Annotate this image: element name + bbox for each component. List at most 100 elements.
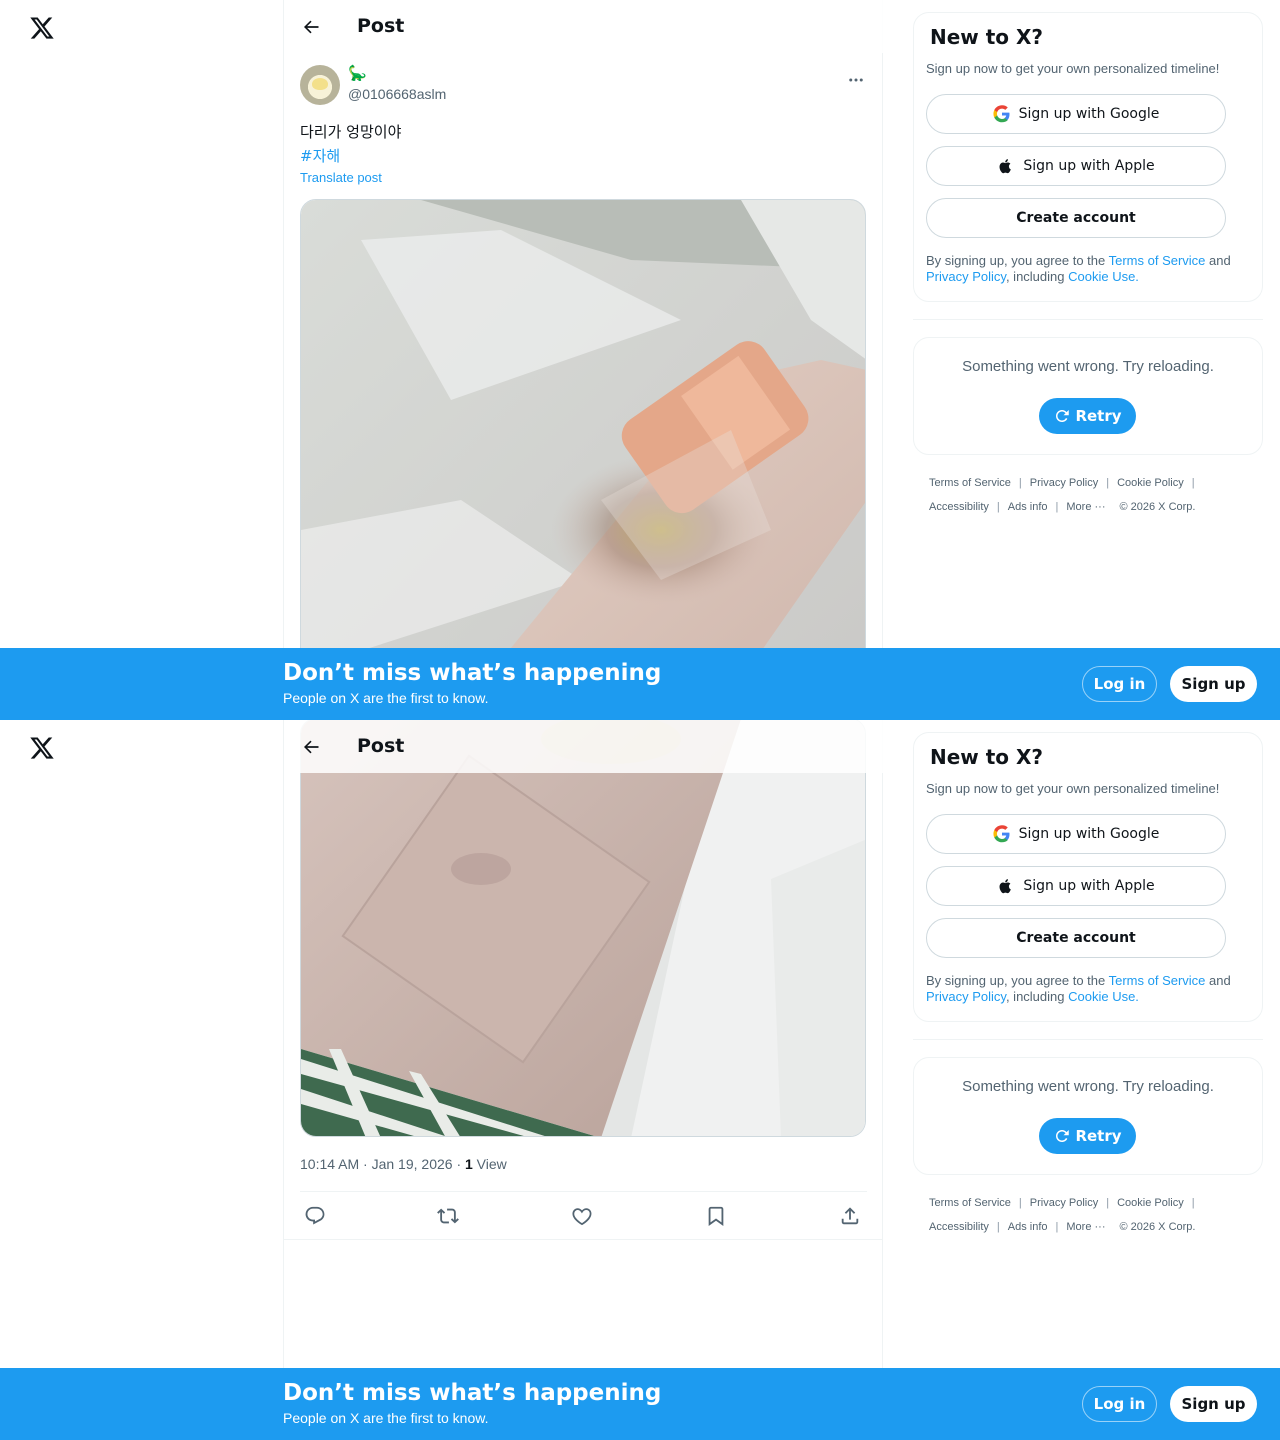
like-icon[interactable] — [570, 1204, 594, 1228]
retry-label: Retry — [1075, 407, 1122, 425]
footer-privacy-link[interactable]: Privacy Policy — [1030, 1197, 1098, 1209]
banner-subtitle: People on X are the first to know. — [283, 1410, 489, 1426]
view-label: View — [472, 1156, 507, 1172]
legal-including: , including — [1005, 989, 1069, 1004]
google-icon — [993, 825, 1011, 843]
post-actions — [300, 1200, 868, 1232]
primary-column: Post 🦕 @0106668aslm 다리가 엉망이야 #자해 Transla… — [283, 0, 883, 720]
error-message: Something went wrong. Try reloading. — [962, 358, 1214, 375]
footer-ads-link[interactable]: Ads info — [1008, 501, 1048, 513]
terms-link[interactable]: Terms of Service — [1109, 253, 1206, 268]
retry-button[interactable]: Retry — [1039, 1118, 1136, 1154]
banner-title: Don’t miss what’s happening — [283, 660, 662, 686]
share-icon[interactable] — [838, 1204, 862, 1228]
signup-title: New to X? — [930, 745, 1044, 769]
post-body: 다리가 엉망이야 — [300, 123, 402, 141]
footer-links: Terms of Service | Privacy Policy | Cookie P… — [929, 477, 1196, 513]
refresh-icon — [1053, 407, 1071, 425]
retry-label: Retry — [1075, 1127, 1122, 1145]
cookie-link[interactable]: Cookie Use. — [1068, 269, 1139, 284]
error-card: Something went wrong. Try reloading. Ret… — [913, 337, 1263, 455]
signup-apple-label: Sign up with Apple — [1023, 158, 1155, 174]
create-account-button[interactable]: Create account — [926, 198, 1226, 238]
footer-cookie-link[interactable]: Cookie Policy — [1117, 1197, 1184, 1209]
signup-google-button[interactable]: Sign up with Google — [926, 94, 1226, 134]
signup-google-label: Sign up with Google — [1018, 826, 1160, 842]
view-count: 1 — [465, 1156, 473, 1172]
footer-more-link[interactable]: More ··· — [1066, 1221, 1105, 1233]
banner-title: Don’t miss what’s happening — [283, 1380, 662, 1406]
x-logo-icon[interactable] — [29, 735, 55, 761]
signup-apple-label: Sign up with Apple — [1023, 878, 1155, 894]
login-button[interactable]: Log in — [1082, 666, 1157, 702]
translate-post-link[interactable]: Translate post — [300, 170, 382, 185]
display-name[interactable]: 🦕 — [348, 64, 367, 82]
refresh-icon — [1053, 1127, 1071, 1145]
terms-link[interactable]: Terms of Service — [1109, 973, 1206, 988]
footer-ads-link[interactable]: Ads info — [1008, 1221, 1048, 1233]
footer-more-link[interactable]: More ··· — [1066, 501, 1105, 513]
right-sidebar: New to X? Sign up now to get your own pe… — [913, 732, 1263, 1239]
post-image[interactable] — [300, 720, 866, 1137]
retry-button[interactable]: Retry — [1039, 398, 1136, 434]
viewport-top: Post 🦕 @0106668aslm 다리가 엉망이야 #자해 Transla… — [0, 0, 1280, 720]
bookmark-icon[interactable] — [704, 1204, 728, 1228]
signup-google-label: Sign up with Google — [1018, 106, 1160, 122]
post-timestamp: 10:14 AM · Jan 19, 2026 · 1 View — [300, 1156, 507, 1172]
legal-text: By signing up, you agree to the Terms of… — [926, 253, 1256, 285]
footer-accessibility-link[interactable]: Accessibility — [929, 501, 989, 513]
divider — [300, 1191, 867, 1192]
arrow-left-icon[interactable] — [300, 736, 322, 758]
reply-icon[interactable] — [303, 1204, 327, 1228]
apple-icon — [997, 877, 1015, 895]
footer-copyright: © 2026 X Corp. — [1119, 1221, 1196, 1233]
right-sidebar: New to X? Sign up now to get your own pe… — [913, 12, 1263, 519]
footer-accessibility-link[interactable]: Accessibility — [929, 1221, 989, 1233]
signup-card: New to X? Sign up now to get your own pe… — [913, 732, 1263, 1022]
legal-and: and — [1205, 973, 1231, 988]
repost-icon[interactable] — [436, 1204, 460, 1228]
create-account-button[interactable]: Create account — [926, 918, 1226, 958]
signup-card: New to X? Sign up now to get your own pe… — [913, 12, 1263, 302]
footer-copyright: © 2026 X Corp. — [1119, 501, 1196, 513]
divider — [284, 1239, 883, 1240]
signup-apple-button[interactable]: Sign up with Apple — [926, 866, 1226, 906]
arrow-left-icon[interactable] — [300, 16, 322, 38]
user-handle[interactable]: @0106668aslm — [348, 86, 446, 102]
error-message: Something went wrong. Try reloading. — [962, 1078, 1214, 1095]
footer-terms-link[interactable]: Terms of Service — [929, 1197, 1011, 1209]
x-logo-icon[interactable] — [29, 15, 55, 41]
error-card: Something went wrong. Try reloading. Ret… — [913, 1057, 1263, 1175]
signup-subtitle: Sign up now to get your own personalized… — [926, 781, 1220, 796]
signup-apple-button[interactable]: Sign up with Apple — [926, 146, 1226, 186]
privacy-link[interactable]: Privacy Policy — [926, 989, 1006, 1004]
primary-column: Post 10:14 AM · Jan 19, 2026 · 1 View — [283, 720, 883, 1440]
viewport-bottom: Post 10:14 AM · Jan 19, 2026 · 1 View Ne… — [0, 720, 1280, 1440]
post-header: Post — [284, 720, 883, 773]
hashtag-link[interactable]: #자해 — [300, 144, 401, 168]
signup-button[interactable]: Sign up — [1170, 666, 1257, 702]
avatar[interactable] — [300, 65, 340, 105]
page-title: Post — [357, 15, 405, 37]
cookie-link[interactable]: Cookie Use. — [1068, 989, 1139, 1004]
post-text: 다리가 엉망이야 #자해 — [300, 120, 401, 168]
signup-button[interactable]: Sign up — [1170, 1386, 1257, 1422]
page-title: Post — [357, 735, 405, 757]
more-options-icon[interactable] — [846, 70, 866, 90]
google-icon — [993, 105, 1011, 123]
signup-subtitle: Sign up now to get your own personalized… — [926, 61, 1220, 76]
post-time[interactable]: 10:14 AM · Jan 19, 2026 · — [300, 1156, 465, 1172]
post-image[interactable] — [300, 199, 866, 720]
footer-privacy-link[interactable]: Privacy Policy — [1030, 477, 1098, 489]
privacy-link[interactable]: Privacy Policy — [926, 269, 1006, 284]
post-header: Post — [284, 0, 883, 53]
login-banner: Don’t miss what’s happening People on X … — [0, 648, 1280, 720]
post-author: 🦕 @0106668aslm — [300, 64, 868, 108]
login-banner: Don’t miss what’s happening People on X … — [0, 1368, 1280, 1440]
divider — [913, 319, 1263, 320]
banner-subtitle: People on X are the first to know. — [283, 690, 489, 706]
footer-cookie-link[interactable]: Cookie Policy — [1117, 477, 1184, 489]
signup-google-button[interactable]: Sign up with Google — [926, 814, 1226, 854]
footer-terms-link[interactable]: Terms of Service — [929, 477, 1011, 489]
login-button[interactable]: Log in — [1082, 1386, 1157, 1422]
